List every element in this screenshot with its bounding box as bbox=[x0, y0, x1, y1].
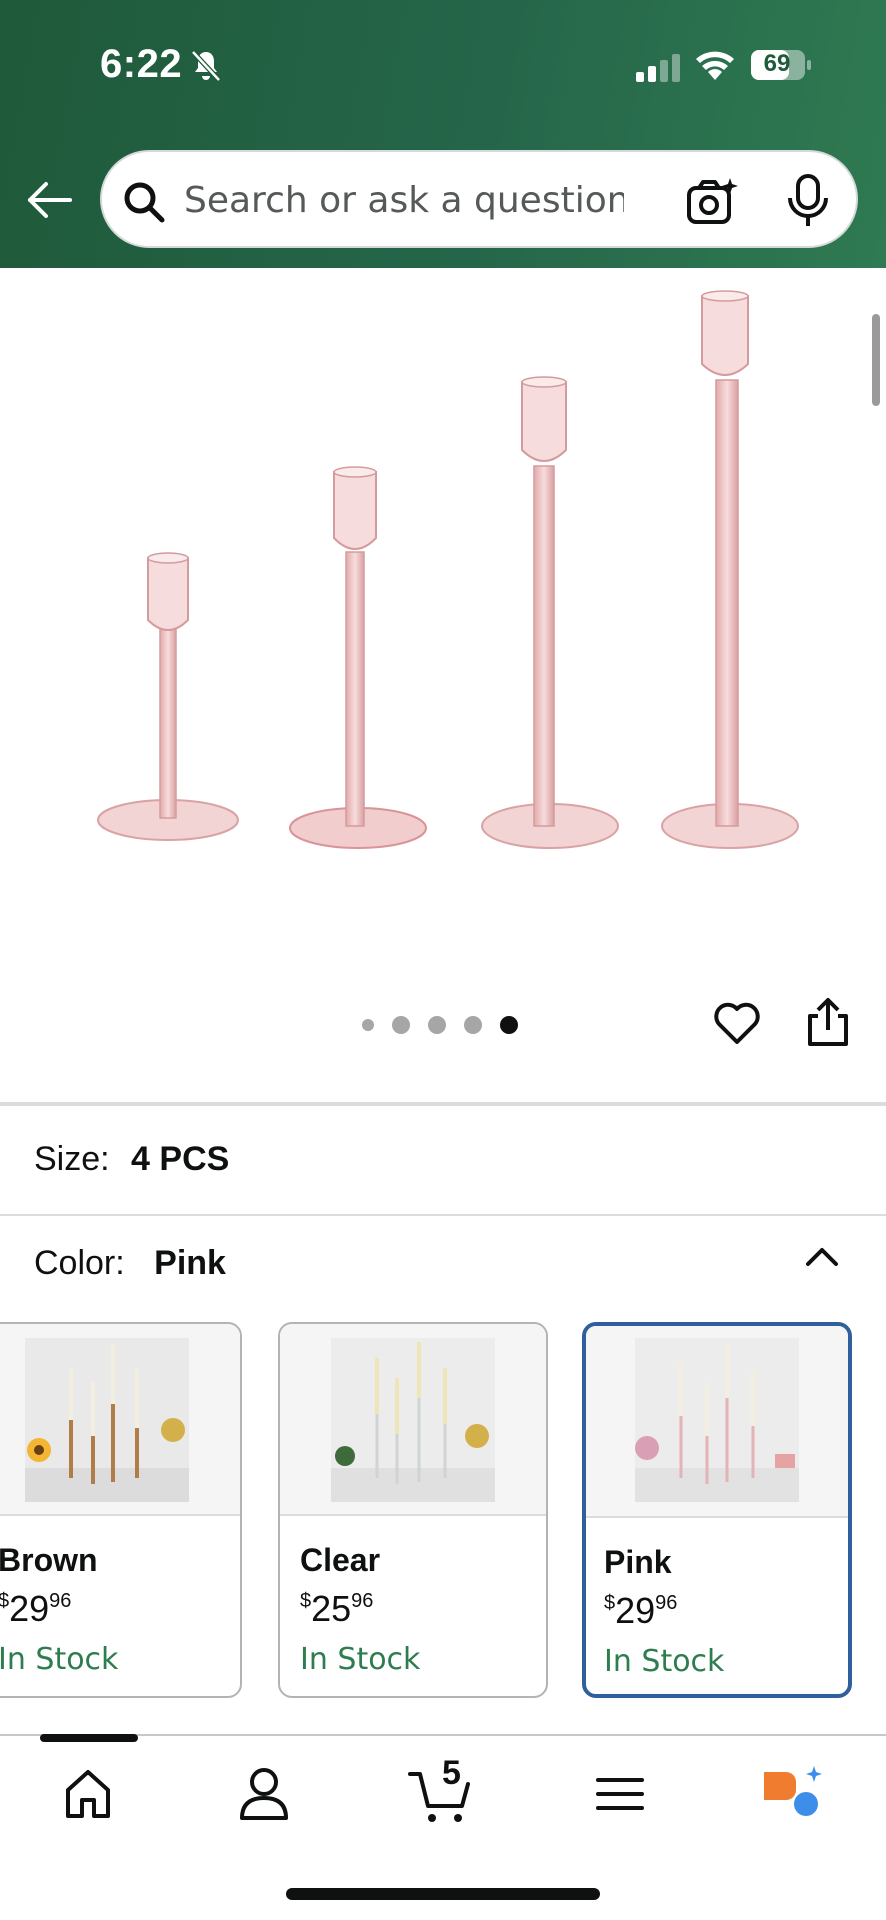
option-name: Clear bbox=[300, 1542, 381, 1578]
option-stock: In Stock bbox=[300, 1642, 421, 1677]
option-stock: In Stock bbox=[0, 1642, 119, 1677]
size-selector[interactable]: Size: 4 PCS bbox=[34, 1140, 229, 1179]
scroll-indicator[interactable] bbox=[872, 314, 880, 406]
option-name: Pink bbox=[604, 1544, 672, 1580]
cart-count-badge: 5 bbox=[442, 1754, 461, 1792]
pink-candle-holders-thumbnail bbox=[635, 1338, 799, 1502]
heart-icon[interactable] bbox=[712, 998, 762, 1048]
carousel-dot-active[interactable] bbox=[500, 1016, 518, 1034]
color-option-brown[interactable]: Brown $2996 In Stock bbox=[0, 1322, 242, 1698]
size-label: Size: bbox=[34, 1140, 110, 1178]
brown-candle-holders-thumbnail bbox=[25, 1338, 189, 1502]
wifi-icon bbox=[696, 51, 734, 80]
color-value: Pink bbox=[154, 1244, 226, 1282]
search-bar[interactable] bbox=[100, 150, 858, 248]
size-value: 4 PCS bbox=[131, 1140, 230, 1178]
home-indicator[interactable] bbox=[286, 1888, 600, 1900]
search-input[interactable] bbox=[184, 170, 624, 230]
swatch-image-area bbox=[586, 1326, 848, 1518]
microphone-icon[interactable] bbox=[786, 174, 830, 228]
carousel-dot[interactable] bbox=[464, 1016, 482, 1034]
bell-muted-icon bbox=[191, 50, 221, 82]
carousel-dot[interactable] bbox=[392, 1016, 410, 1034]
swatch-image-area bbox=[0, 1324, 240, 1516]
option-price: $2996 bbox=[604, 1590, 678, 1631]
carousel-dots[interactable] bbox=[362, 1012, 518, 1038]
divider bbox=[0, 1214, 886, 1216]
search-icon bbox=[124, 182, 165, 223]
color-selector[interactable]: Color: Pink bbox=[34, 1244, 226, 1283]
menu-icon[interactable] bbox=[584, 1760, 656, 1828]
section-divider bbox=[0, 1102, 886, 1106]
share-icon[interactable] bbox=[804, 996, 852, 1048]
cellular-signal-icon bbox=[636, 54, 680, 82]
swatch-image-area bbox=[280, 1324, 546, 1516]
chevron-up-icon[interactable] bbox=[802, 1240, 842, 1272]
account-icon[interactable] bbox=[228, 1760, 300, 1828]
app-header: 6:22 69 bbox=[0, 0, 886, 268]
product-image[interactable] bbox=[0, 268, 886, 988]
carousel-dot[interactable] bbox=[362, 1019, 374, 1031]
carousel-dot[interactable] bbox=[428, 1016, 446, 1034]
back-arrow-icon[interactable] bbox=[24, 174, 76, 226]
camera-lens-icon[interactable] bbox=[686, 176, 738, 228]
clear-candle-holders-thumbnail bbox=[331, 1338, 495, 1502]
option-price: $2996 bbox=[0, 1588, 72, 1629]
option-price: $2596 bbox=[300, 1588, 374, 1629]
rufus-assistant-icon[interactable] bbox=[758, 1760, 830, 1828]
color-option-clear[interactable]: Clear $2596 In Stock bbox=[278, 1322, 548, 1698]
color-option-pink[interactable]: Pink $2996 In Stock bbox=[582, 1322, 852, 1698]
battery-level: 69 bbox=[763, 50, 791, 77]
nav-active-indicator bbox=[40, 1734, 138, 1742]
option-name: Brown bbox=[0, 1542, 98, 1578]
status-time: 6:22 bbox=[100, 42, 183, 86]
home-icon[interactable] bbox=[52, 1760, 124, 1828]
candle-holders-image bbox=[97, 290, 799, 849]
option-stock: In Stock bbox=[604, 1644, 725, 1679]
color-label: Color: bbox=[34, 1244, 125, 1282]
